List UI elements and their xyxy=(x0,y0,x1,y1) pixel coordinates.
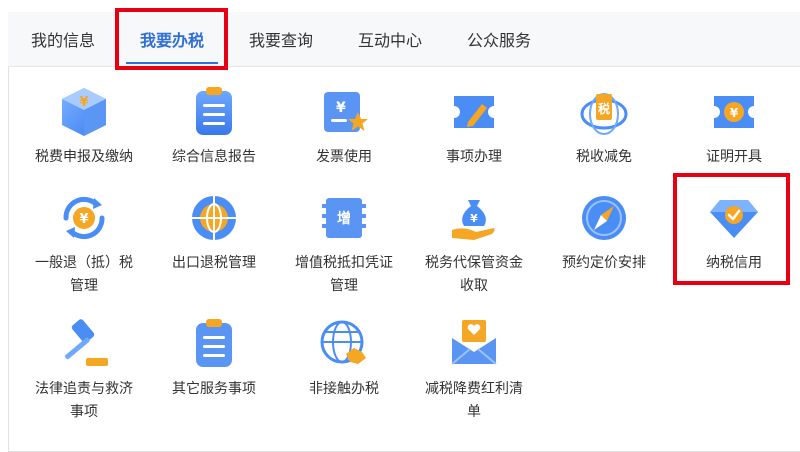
service-general-refund[interactable]: ¥ 一般退（抵）税 管理 xyxy=(20,190,148,298)
export-globe-icon xyxy=(192,196,236,240)
service-label: 证明开具 xyxy=(706,149,762,165)
service-label: 减税降费红利清 单 xyxy=(425,381,523,420)
service-vat-deduction[interactable]: 增 增值税抵扣凭证 管理 xyxy=(280,190,408,298)
service-export-refund[interactable]: 出口退税管理 xyxy=(150,190,278,275)
service-legal-remedy[interactable]: 法律追责与救济 事项 xyxy=(20,316,148,424)
svg-text:增: 增 xyxy=(337,210,351,227)
tax-payment-cube-icon: ¥ xyxy=(62,88,106,136)
service-tax-reduction[interactable]: 税 税收减免 xyxy=(540,84,668,169)
ticket-edit-icon xyxy=(454,96,494,128)
vat-voucher-icon: 增 xyxy=(322,198,366,238)
service-certificate-issue[interactable]: ¥ 证明开具 xyxy=(670,84,798,169)
service-label: 税收减免 xyxy=(576,149,632,165)
clipboard-report-icon xyxy=(196,87,232,135)
service-label: 事项办理 xyxy=(446,149,502,165)
service-comprehensive-report[interactable]: 综合信息报告 xyxy=(150,84,278,169)
clipboard-list-icon xyxy=(196,319,232,367)
svg-text:¥: ¥ xyxy=(730,106,739,120)
compass-icon xyxy=(582,196,626,240)
service-label: 综合信息报告 xyxy=(172,149,256,165)
service-other-matters[interactable]: 其它服务事项 xyxy=(150,316,278,401)
envelope-heart-icon xyxy=(451,320,497,365)
svg-text:¥: ¥ xyxy=(79,95,88,110)
svg-text:¥: ¥ xyxy=(79,212,88,227)
highlight-box-tab xyxy=(115,8,228,70)
service-tax-dividend-list[interactable]: 减税降费红利清 单 xyxy=(410,316,538,424)
service-label: 增值税抵扣凭证 管理 xyxy=(295,255,393,294)
refund-cycle-icon: ¥ xyxy=(63,196,105,240)
globe-handshake-icon xyxy=(320,320,366,364)
service-label: 出口退税管理 xyxy=(172,255,256,271)
service-label: 其它服务事项 xyxy=(172,381,256,397)
service-label: 一般退（抵）税 管理 xyxy=(35,255,133,294)
service-tax-declaration-payment[interactable]: ¥ 税费申报及缴纳 xyxy=(20,84,148,169)
service-label: 法律追责与救济 事项 xyxy=(35,381,133,420)
svg-text:税: 税 xyxy=(598,101,610,116)
service-invoice-use[interactable]: ¥ 发票使用 xyxy=(280,84,408,169)
service-label: 非接触办税 xyxy=(309,381,379,397)
svg-text:¥: ¥ xyxy=(470,212,478,225)
svg-text:¥: ¥ xyxy=(336,100,346,116)
tax-reduction-globe-icon: 税 xyxy=(580,93,628,135)
service-matter-handling[interactable]: 事项办理 xyxy=(410,84,538,169)
tab-public-service[interactable]: 公众服务 xyxy=(467,12,531,66)
service-label: 税费申报及缴纳 xyxy=(35,149,133,165)
service-contactless[interactable]: 非接触办税 xyxy=(280,316,408,401)
gavel-icon xyxy=(65,319,108,366)
tab-my-info[interactable]: 我的信息 xyxy=(31,12,95,66)
service-advance-pricing[interactable]: 预约定价安排 xyxy=(540,190,668,275)
invoice-star-icon: ¥ xyxy=(324,92,368,132)
money-bag-hand-icon: ¥ xyxy=(452,200,495,240)
tab-query[interactable]: 我要查询 xyxy=(249,12,313,66)
service-label: 税务代保管资金 收取 xyxy=(425,255,523,294)
service-label: 发票使用 xyxy=(316,149,372,165)
tab-interaction-center[interactable]: 互动中心 xyxy=(358,12,422,66)
service-label: 预约定价安排 xyxy=(562,255,646,271)
certificate-ticket-icon: ¥ xyxy=(714,96,754,128)
service-custody-funds[interactable]: ¥ 税务代保管资金 收取 xyxy=(410,190,538,298)
highlight-box-tax-credit xyxy=(673,173,790,285)
